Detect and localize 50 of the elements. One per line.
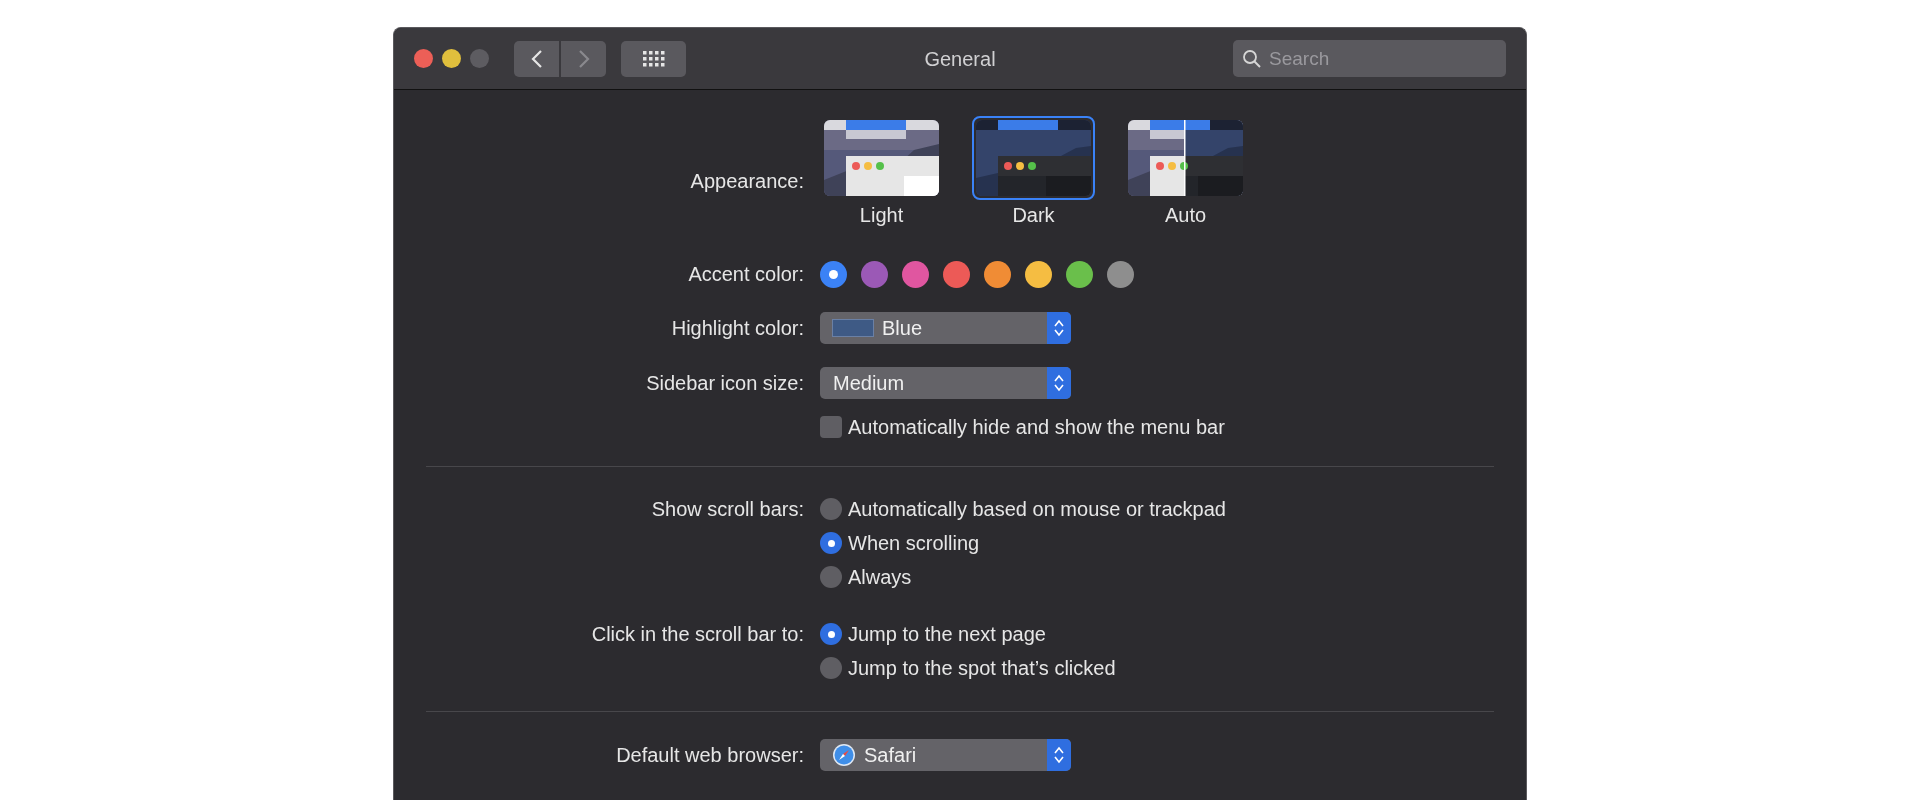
chevron-left-icon: [530, 48, 543, 69]
checkbox[interactable]: [820, 416, 842, 438]
radio-option[interactable]: Automatically based on mouse or trackpad: [820, 492, 1526, 526]
stepper-icon: [1047, 312, 1071, 344]
radio-button[interactable]: [820, 657, 842, 679]
field-label: Default web browser:: [616, 743, 804, 768]
accent-swatch[interactable]: [1107, 260, 1134, 288]
radio-option[interactable]: When scrolling: [820, 526, 1526, 560]
radio-button[interactable]: [820, 623, 842, 645]
chevron-right-icon: [577, 48, 590, 69]
color-swatch-icon: [832, 319, 874, 337]
stepper-icon: [1047, 367, 1071, 399]
desktop-preview-icon: [976, 120, 1091, 196]
accent-swatch[interactable]: [861, 260, 888, 288]
field-label: Appearance:: [690, 169, 804, 194]
radio-option[interactable]: Jump to the next page: [820, 617, 1526, 651]
back-button[interactable]: [514, 40, 559, 77]
accent-swatch[interactable]: [1066, 260, 1093, 288]
sidebar-icon-size-dropdown[interactable]: Medium: [820, 367, 1071, 399]
radio-option[interactable]: Jump to the spot that’s clicked: [820, 651, 1526, 685]
accent-swatch[interactable]: [902, 260, 929, 288]
field-label: Highlight color:: [671, 316, 804, 341]
radio-button[interactable]: [820, 566, 842, 588]
field-label: Sidebar icon size:: [646, 371, 804, 396]
field-label: Accent color:: [688, 262, 804, 287]
accent-swatch[interactable]: [984, 260, 1011, 288]
radio-button[interactable]: [820, 498, 842, 520]
accent-swatch[interactable]: [1025, 260, 1052, 288]
show-all-button[interactable]: [621, 40, 686, 77]
default-browser-dropdown[interactable]: Safari: [820, 739, 1071, 771]
appearance-option[interactable]: Auto: [1124, 116, 1247, 230]
stepper-icon: [1047, 739, 1071, 771]
search-field[interactable]: Search: [1233, 40, 1506, 77]
field-label: Show scroll bars:: [651, 497, 804, 522]
minimize-window-button[interactable]: [442, 49, 461, 68]
close-window-button[interactable]: [414, 49, 433, 68]
menu-bar-checkbox-option[interactable]: Automatically hide and show the menu bar: [820, 412, 1526, 442]
highlight-color-dropdown[interactable]: Blue: [820, 312, 1071, 344]
accent-swatch[interactable]: [943, 260, 970, 288]
radio-option[interactable]: Always: [820, 560, 1526, 594]
search-icon: [1242, 49, 1262, 69]
accent-swatch[interactable]: [820, 260, 847, 288]
radio-button[interactable]: [820, 532, 842, 554]
field-label: Click in the scroll bar to:: [591, 622, 804, 647]
compass-icon: [832, 743, 856, 767]
window-title: General: [924, 46, 996, 72]
grid-icon: [642, 50, 665, 67]
desktop-preview-icon: [824, 120, 939, 196]
desktop-preview-icon: [1128, 120, 1243, 196]
appearance-option[interactable]: Light: [820, 116, 943, 230]
